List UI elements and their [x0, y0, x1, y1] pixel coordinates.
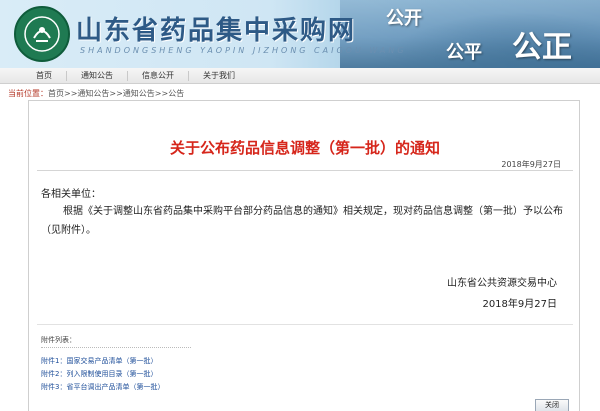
nav-item-about-us[interactable]: 关于我们 [189, 71, 249, 81]
issuer-name: 山东省公共资源交易中心 [447, 278, 557, 289]
site-banner: 山东省药品集中采购网 SHANDONGSHENG YAOPIN JIZHONG … [0, 0, 600, 68]
attachments-rule [41, 347, 191, 348]
title-divider [37, 170, 573, 171]
attachment-name: 列入限制使用目录（第一批） [66, 370, 158, 378]
close-button[interactable]: 关闭 [535, 399, 569, 411]
breadcrumb-label: 当前位置： [8, 89, 48, 98]
attachments-divider [37, 324, 573, 325]
nav-item-notices[interactable]: 通知公告 [67, 70, 128, 81]
site-title: 山东省药品集中采购网 [76, 16, 357, 46]
attachment-link-3[interactable]: 附件3：省平台调出产品清单（第一批） [41, 381, 164, 394]
attachment-prefix: 附件3： [41, 383, 67, 391]
notice-panel: 关于公布药品信息调整（第一批）的通知 2018年9月27日 各相关单位： 根据《… [28, 100, 580, 411]
breadcrumb: 当前位置：首页>>通知公告>>通知公告>>公告 [8, 88, 184, 99]
site-subtitle: SHANDONGSHENG YAOPIN JIZHONG CAIGOU WANG [80, 46, 407, 55]
notice-body: 根据《关于调整山东省药品集中采购平台部分药品信息的通知》相关规定，现对药品信息调… [41, 206, 563, 236]
notice-signature: 山东省公共资源交易中心 2018年9月27日 [447, 274, 557, 316]
slogan-open: 公开 [386, 8, 422, 29]
attachment-name: 省平台调出产品清单（第一批） [66, 383, 165, 391]
main-nav: 首页 通知公告 信息公开 关于我们 [0, 68, 600, 84]
attachment-prefix: 附件2： [41, 370, 67, 378]
slogan-just: 公正 [512, 30, 572, 65]
notice-salutation: 各相关单位： [41, 189, 101, 200]
attachment-prefix: 附件1： [41, 357, 67, 365]
nav-item-info-disclosure[interactable]: 信息公开 [128, 70, 189, 81]
site-logo-icon[interactable] [14, 6, 70, 62]
attachment-link-1[interactable]: 附件1：国家交易产品清单（第一批） [41, 355, 164, 368]
slogan-fair: 公平 [446, 42, 482, 63]
notice-date: 2018年9月27日 [501, 160, 561, 169]
attachment-name: 国家交易产品清单（第一批） [66, 357, 158, 365]
attachment-link-2[interactable]: 附件2：列入限制使用目录（第一批） [41, 368, 164, 381]
attachments-heading: 附件列表： [41, 336, 76, 344]
notice-title: 关于公布药品信息调整（第一批）的通知 [169, 139, 440, 157]
issue-date: 2018年9月27日 [482, 299, 557, 310]
nav-item-home[interactable]: 首页 [22, 70, 67, 81]
breadcrumb-path[interactable]: 首页>>通知公告>>通知公告>>公告 [48, 89, 184, 98]
attachments-list: 附件1：国家交易产品清单（第一批） 附件2：列入限制使用目录（第一批） 附件3：… [41, 355, 164, 394]
